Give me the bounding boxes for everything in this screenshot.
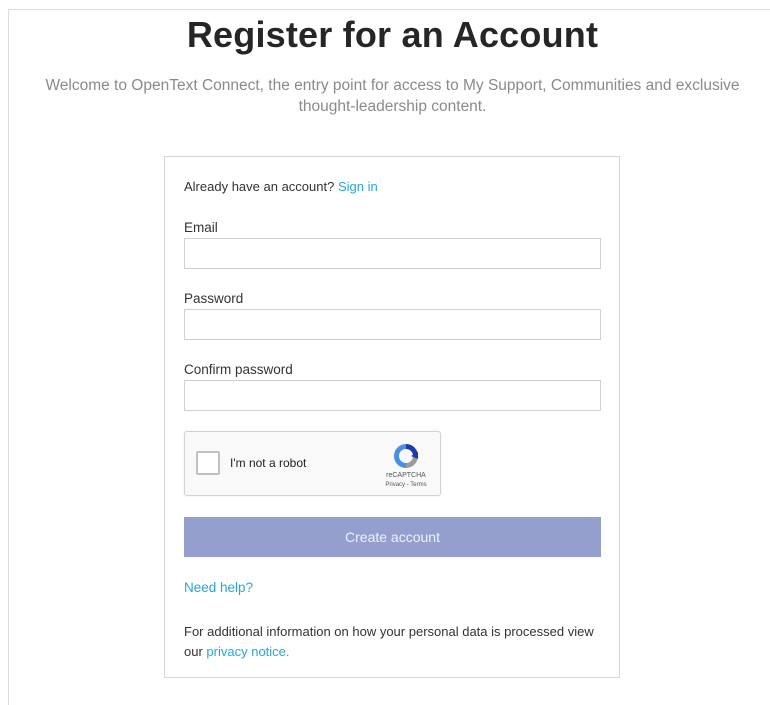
recaptcha-privacy-link[interactable]: Privacy (385, 482, 405, 488)
frame-top-border (8, 9, 770, 10)
confirm-password-label: Confirm password (184, 362, 293, 377)
intro-line-1: Welcome to OpenText Connect, the entry p… (45, 77, 740, 94)
email-field[interactable] (184, 238, 601, 269)
create-account-button[interactable]: Create account (184, 517, 601, 557)
password-field[interactable] (184, 309, 601, 340)
privacy-notice-link[interactable]: privacy notice. (206, 644, 289, 659)
signin-link[interactable]: Sign in (338, 179, 378, 194)
need-help-link[interactable]: Need help? (184, 580, 253, 595)
recaptcha-logo-icon (394, 444, 418, 468)
intro-text: Welcome to OpenText Connect, the entry p… (0, 75, 770, 117)
email-label: Email (184, 220, 218, 235)
password-label: Password (184, 291, 244, 306)
confirm-password-field[interactable] (184, 380, 601, 411)
recaptcha-terms-link[interactable]: Terms (410, 482, 426, 488)
recaptcha-checkbox[interactable] (196, 451, 220, 475)
recaptcha-brand: reCAPTCHA (386, 472, 426, 479)
intro-line-2: thought-leadership content. (298, 98, 487, 115)
recaptcha-label: I'm not a robot (230, 456, 307, 470)
recaptcha-widget: I'm not a robot reCAPTCHA Privacy - Term… (184, 431, 441, 496)
page-title: Register for an Account (186, 14, 599, 55)
signin-row: Already have an account? Sign in (184, 179, 378, 194)
registration-form-card: Already have an account? Sign in Email P… (164, 156, 620, 678)
recaptcha-terms-row: Privacy - Terms (371, 482, 441, 488)
privacy-info: For additional information on how your p… (184, 622, 594, 662)
signin-prompt: Already have an account? (184, 179, 335, 194)
